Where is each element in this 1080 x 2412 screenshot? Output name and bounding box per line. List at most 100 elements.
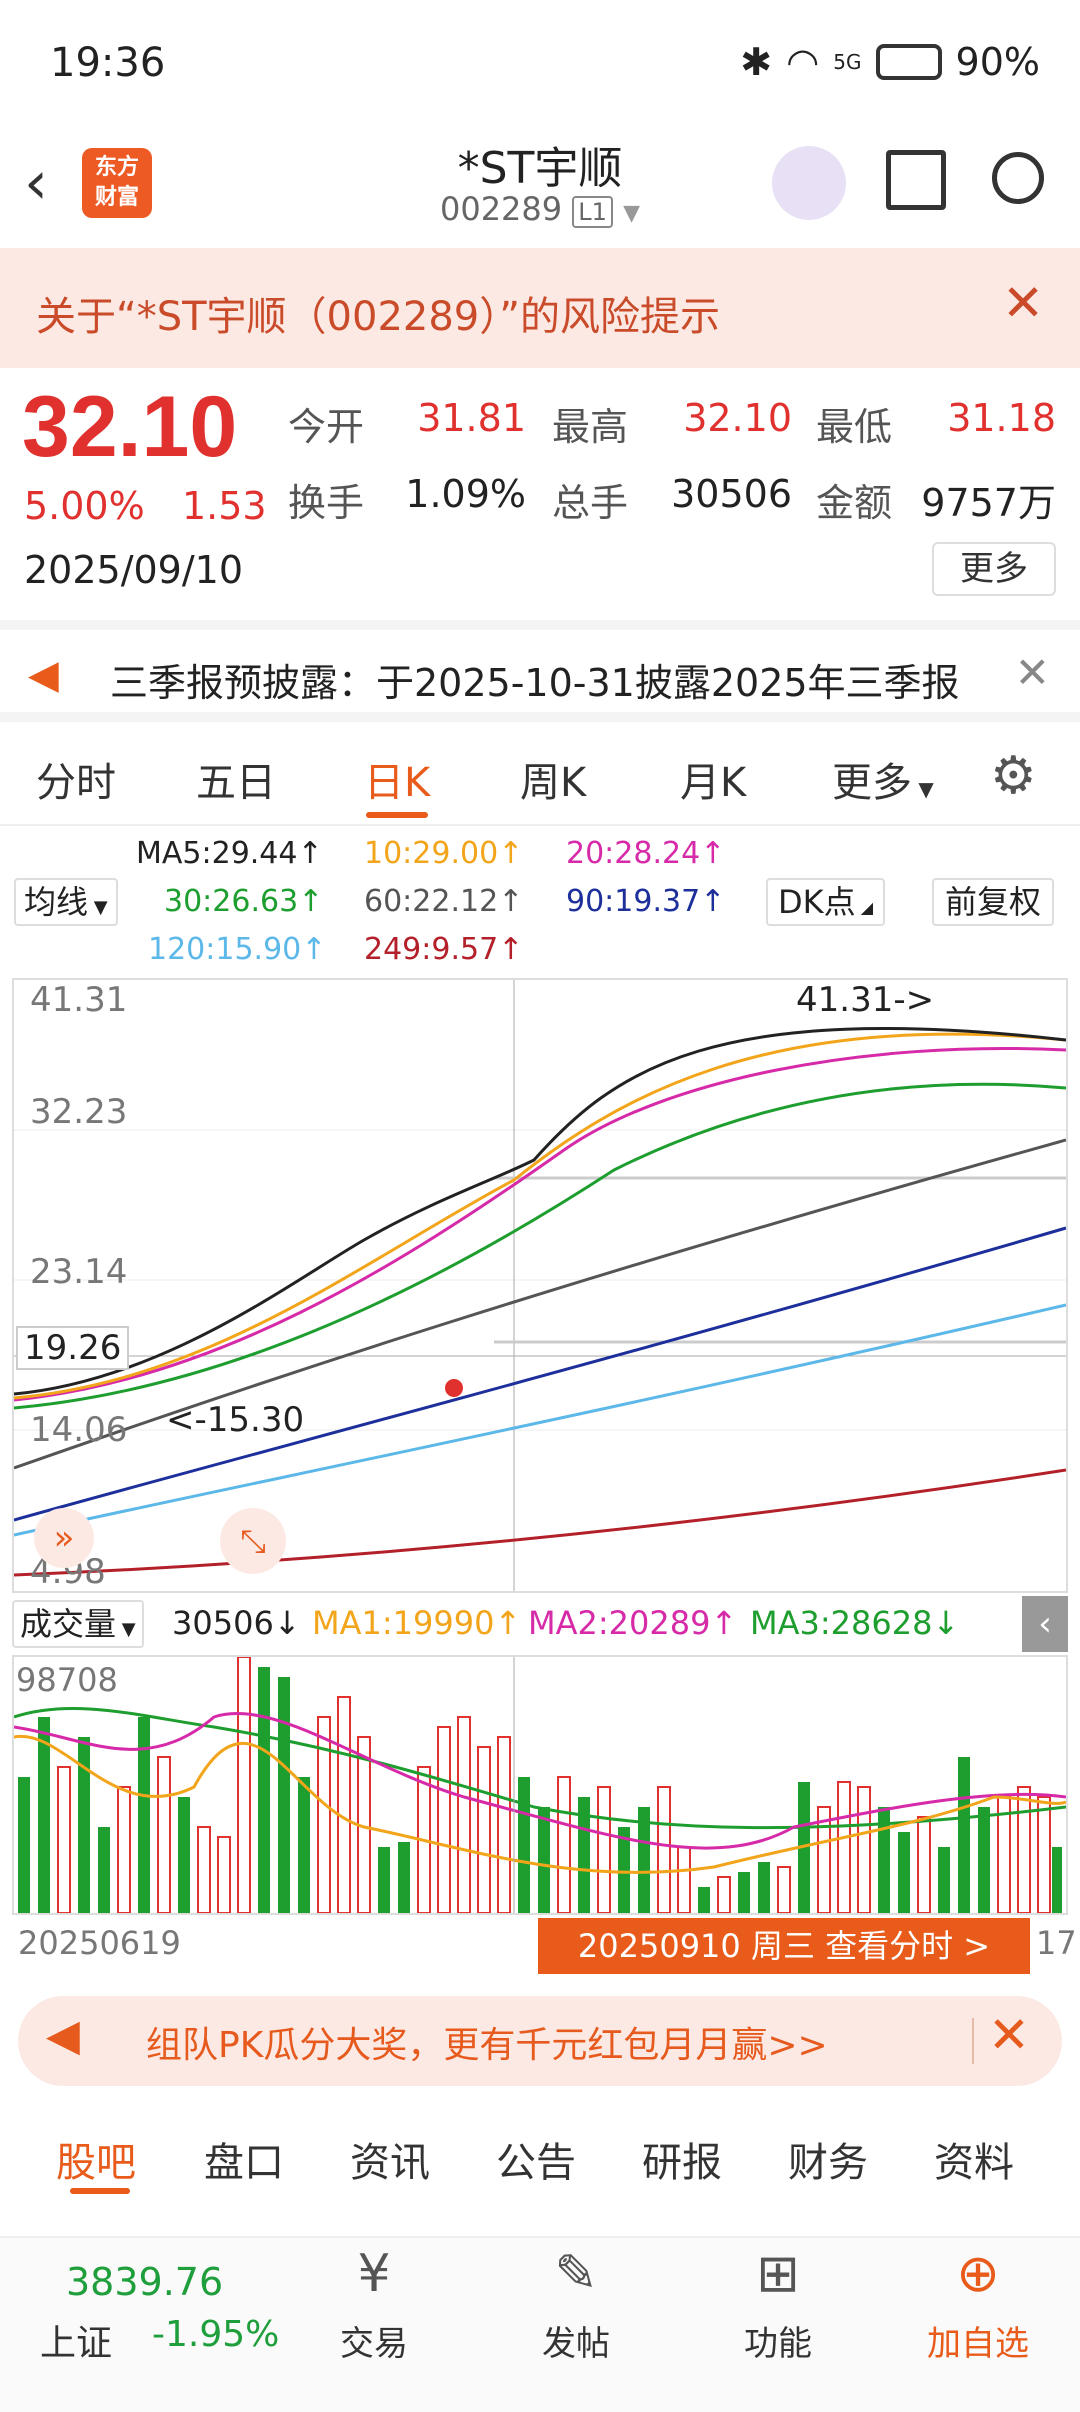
ma20-line [13, 1047, 1067, 1402]
settings-gear-icon[interactable]: ⚙ [990, 746, 1037, 806]
search-icon[interactable] [992, 152, 1044, 204]
volume-svg [13, 1656, 1067, 1914]
kline-chart[interactable]: 41.31 32.23 23.14 14.06 4.98 19.26 41.31… [12, 978, 1068, 1593]
high-label: 最高 [552, 405, 629, 449]
trade-button[interactable]: 交易 [324, 2316, 424, 2365]
tab-daily-k[interactable]: 日K [364, 750, 430, 808]
active-tab-indicator [366, 812, 428, 818]
announcement-text: 三季报预披露：于2025-10-31披露2025年三季报 [110, 661, 960, 705]
tab-announcements[interactable]: 公告 [496, 2130, 576, 2188]
ma5-line [13, 1026, 1067, 1396]
promo-banner[interactable]: ◀ 组队PK瓜分大奖，更有千元红包月月赢>> ✕ [18, 1996, 1062, 2086]
post-button[interactable]: 发帖 [526, 2316, 626, 2365]
tab-news[interactable]: 资讯 [350, 2130, 430, 2188]
signal-icon: 5G [833, 50, 862, 74]
index-name: 上证 [40, 2323, 113, 2364]
announcement-bar[interactable]: ◀ 三季报预披露：于2025-10-31披露2025年三季报 ✕ [0, 620, 1080, 722]
active-tab-indicator [70, 2188, 130, 2194]
y-label-2: 32.23 [30, 1092, 128, 1132]
trade-icon[interactable]: ¥ [334, 2244, 414, 2304]
change-pct: 5.00% [24, 484, 145, 528]
tab-order-book[interactable]: 盘口 [204, 2130, 284, 2188]
add-watchlist-icon[interactable]: ⊕ [938, 2244, 1018, 2304]
volume-value: 30506 [671, 472, 792, 516]
min-marker: <-15.30 [166, 1400, 305, 1440]
ma90-line [13, 1226, 1067, 1522]
amount-label: 金额 [816, 481, 893, 525]
volume-label: 总手 [552, 481, 629, 525]
tab-intraday[interactable]: 分时 [36, 750, 116, 808]
tab-five-day[interactable]: 五日 [196, 750, 276, 808]
max-marker: 41.31-> [796, 980, 935, 1020]
post-icon[interactable]: ✎ [536, 2244, 616, 2304]
open-label: 今开 [288, 405, 365, 449]
risk-notice-bar[interactable]: 关于“*ST宇顺（002289）”的风险提示 ✕ [0, 248, 1080, 368]
ma120-label: 120:15.90↑ [148, 932, 327, 967]
volume-chart[interactable]: 98708 [12, 1655, 1068, 1915]
ma5-label: MA5:29.44↑ [136, 836, 323, 871]
index-widget[interactable]: 3839.76 上证 -1.95% [40, 2250, 290, 2400]
more-button[interactable]: 更多 [932, 542, 1056, 596]
chart-start-date: 20250619 [18, 1924, 181, 1962]
y-label-3: 23.14 [30, 1252, 128, 1292]
tab-weekly-k[interactable]: 周K [520, 750, 586, 808]
add-watchlist-button[interactable]: 加自选 [908, 2316, 1048, 2365]
high-value: 32.10 [683, 396, 792, 440]
ma-selector[interactable]: 均线 ▼ [14, 878, 118, 926]
battery-icon [875, 44, 942, 80]
status-bar: 19:36 ✱ ◠ 5G 90% [0, 0, 1080, 130]
functions-button[interactable]: 功能 [728, 2316, 828, 2365]
tab-forum[interactable]: 股吧 [56, 2130, 136, 2188]
collapse-panel-icon[interactable]: ‹ [1022, 1596, 1068, 1652]
volume-current: 30506↓ [172, 1604, 301, 1642]
volume-bars [18, 1656, 1062, 1914]
functions-icon[interactable]: ⊞ [738, 2244, 818, 2304]
ma249-line [13, 1468, 1067, 1577]
tab-finance[interactable]: 财务 [788, 2130, 868, 2188]
speaker-icon: ◀ [28, 652, 59, 698]
change-value: 1.53 [182, 484, 267, 528]
turnover-label: 换手 [288, 481, 365, 525]
ma20-label: 20:28.24↑ [566, 836, 726, 871]
ma249-label: 249:9.57↑ [364, 932, 524, 967]
close-icon[interactable]: ✕ [1015, 648, 1050, 697]
event-dot[interactable] [445, 1379, 463, 1397]
y-label-4: 14.06 [30, 1410, 128, 1450]
crosshair-price-label: 19.26 [16, 1326, 130, 1370]
caret-down-icon: ▼ [88, 897, 108, 918]
volume-selector[interactable]: 成交量 ▼ [12, 1600, 144, 1648]
ma10-label: 10:29.00↑ [364, 836, 524, 871]
quote-date: 2025/09/10 [24, 548, 244, 592]
turnover-value: 1.09% [405, 472, 526, 516]
current-price: 32.10 [22, 379, 238, 475]
low-value: 31.18 [947, 396, 1056, 440]
battery-level: 90% [955, 40, 1040, 84]
tab-monthly-k[interactable]: 月K [680, 750, 746, 808]
chevron-down-icon: ▼ [623, 201, 641, 226]
dk-point-button[interactable]: DK点 ◢ [766, 878, 886, 926]
close-icon[interactable]: ✕ [1002, 274, 1044, 332]
ma30-line [13, 1082, 1067, 1410]
tab-more[interactable]: 更多 ▼ [832, 750, 934, 808]
risk-notice-text: 关于“*ST宇顺（002289）”的风险提示 [36, 294, 720, 340]
bluetooth-icon: ✱ [740, 40, 773, 84]
wifi-icon: ◠ [786, 40, 820, 84]
volume-ma1: MA1:19990↑ [312, 1604, 522, 1642]
kline-svg [13, 980, 1067, 1591]
volume-ma3: MA3:28628↓ [750, 1604, 960, 1642]
ma90-label: 90:19.37↑ [566, 884, 726, 919]
tab-research[interactable]: 研报 [642, 2130, 722, 2188]
adjust-button[interactable]: 前复权 [932, 878, 1054, 926]
robot-assistant-icon[interactable] [772, 146, 846, 220]
ma30-label: 30:26.63↑ [164, 884, 324, 919]
share-icon[interactable] [886, 150, 946, 210]
volume-ma2: MA2:20289↑ [528, 1604, 738, 1642]
close-icon[interactable]: ✕ [988, 2006, 1030, 2064]
expand-left-icon[interactable]: » [34, 1508, 94, 1568]
tab-profile[interactable]: 资料 [934, 2130, 1014, 2188]
low-label: 最低 [816, 405, 893, 449]
view-intraday-tooltip[interactable]: 20250910 周三 查看分时 > [538, 1918, 1030, 1974]
amount-value: 9757万 [921, 481, 1056, 525]
ma60-label: 60:22.12↑ [364, 884, 524, 919]
fullscreen-icon[interactable]: ⤡ [220, 1508, 286, 1574]
